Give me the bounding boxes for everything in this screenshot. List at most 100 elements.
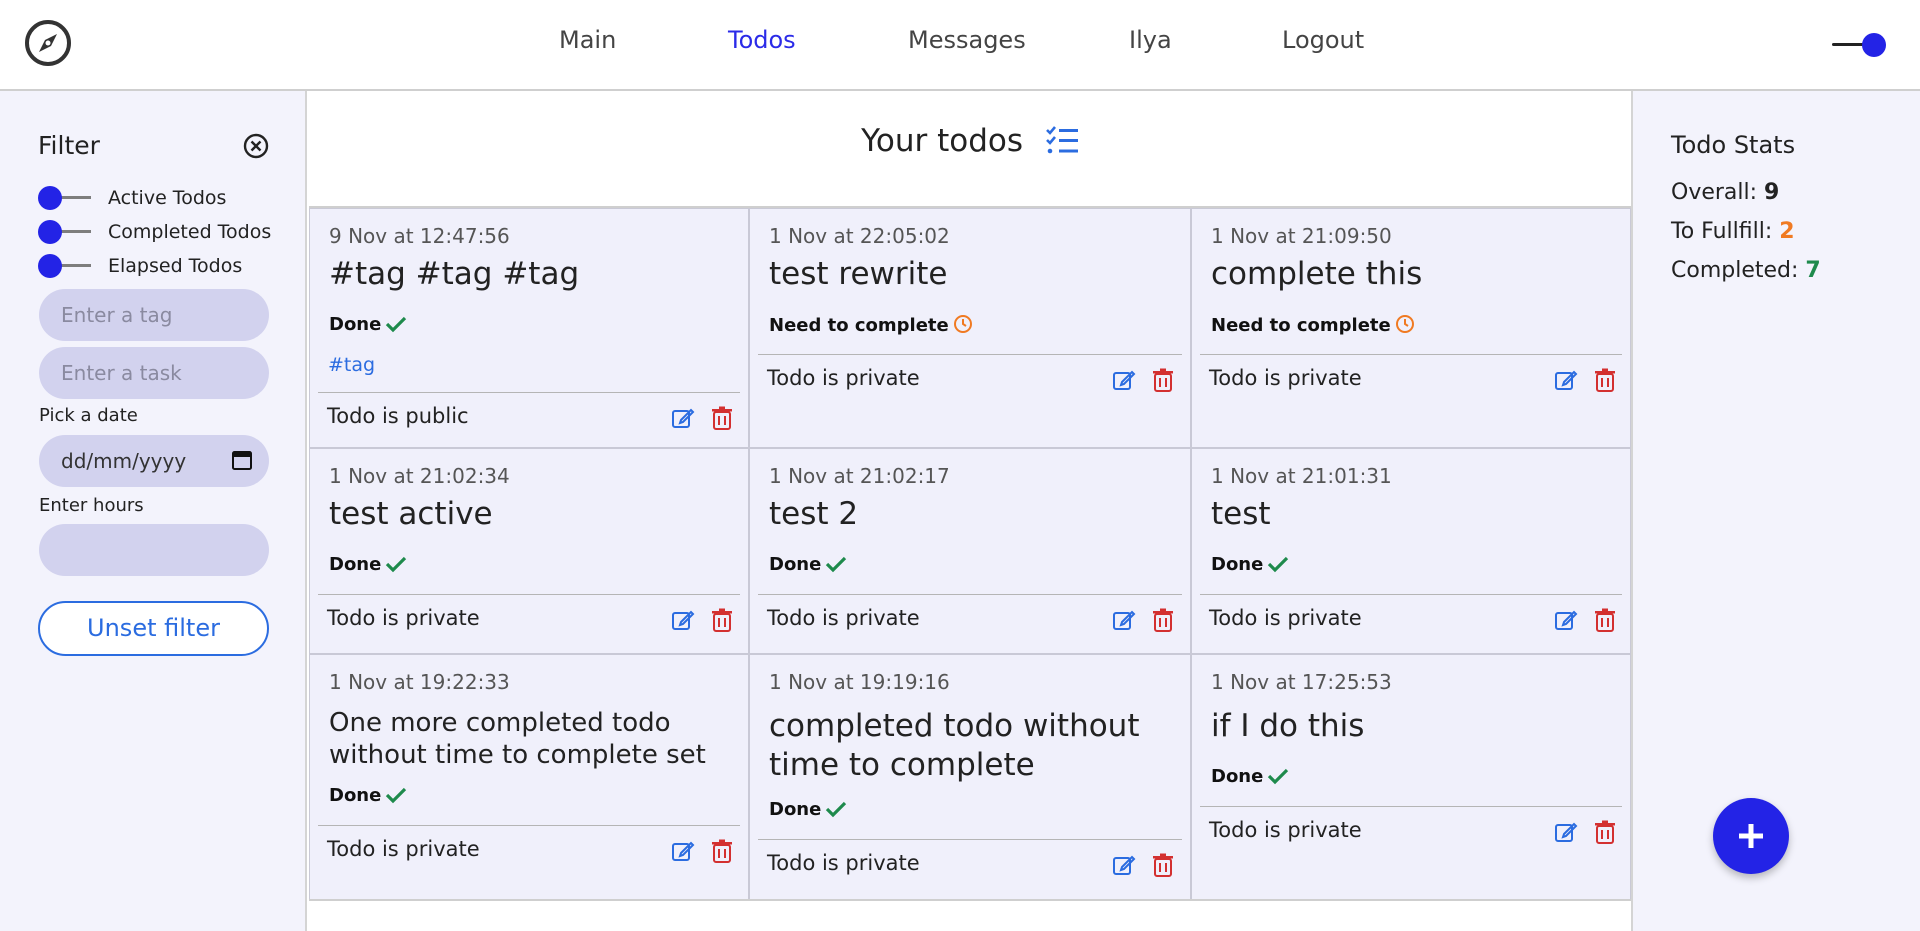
trash-icon[interactable]: [1152, 368, 1174, 392]
stat-to-fulfill: To Fullfill: 2: [1671, 219, 1795, 244]
edit-icon[interactable]: [671, 406, 695, 430]
toggle-knob: [38, 220, 62, 244]
nav-link-todos[interactable]: Todos: [728, 26, 796, 54]
card-divider: [318, 392, 740, 393]
hours-label: Enter hours: [39, 495, 144, 516]
check-icon: [386, 316, 407, 333]
todo-date: 1 Nov at 19:19:16: [769, 670, 950, 694]
toggle-knob: [38, 254, 62, 278]
todo-date: 1 Nov at 21:02:17: [769, 464, 950, 488]
todo-card: 9 Nov at 12:47:56 #tag #tag #tag Done #t…: [309, 208, 749, 448]
clock-icon: [1395, 315, 1414, 333]
todo-date: 9 Nov at 12:47:56: [329, 224, 510, 248]
toggle-knob: [38, 186, 62, 210]
todo-privacy: Todo is private: [767, 606, 920, 630]
todo-status: Need to complete: [1211, 314, 1415, 336]
edit-icon[interactable]: [1112, 853, 1136, 877]
todo-card: 1 Nov at 21:02:17 test 2 Done Todo is pr…: [749, 448, 1191, 654]
todo-status: Done: [1211, 766, 1289, 787]
trash-icon[interactable]: [711, 608, 733, 632]
toggle-knob: [1862, 33, 1886, 57]
stat-value: 7: [1805, 258, 1821, 283]
todo-status-text: Done: [769, 799, 822, 820]
todo-status: Need to complete: [769, 314, 973, 336]
filter-title: Filter: [38, 131, 100, 160]
date-input[interactable]: dd/mm/yyyy: [39, 435, 269, 487]
todo-privacy: Todo is private: [1209, 606, 1362, 630]
unset-filter-button[interactable]: Unset filter: [38, 601, 269, 656]
card-divider: [758, 594, 1182, 595]
top-navbar: Main Todos Messages Ilya Logout: [0, 0, 1920, 91]
trash-icon[interactable]: [1594, 368, 1616, 392]
add-todo-button[interactable]: [1713, 798, 1789, 874]
todos-main: Your todos 9 Nov at 12:47:56 #tag #tag #…: [309, 91, 1631, 931]
date-label: Pick a date: [39, 405, 138, 426]
todo-tag-link[interactable]: #tag: [328, 354, 375, 376]
clock-icon: [953, 315, 972, 333]
todo-status: Done: [769, 799, 847, 820]
calendar-icon[interactable]: [231, 449, 253, 471]
trash-icon[interactable]: [1152, 608, 1174, 632]
edit-icon[interactable]: [1112, 608, 1136, 632]
nav-link-profile[interactable]: Ilya: [1129, 26, 1172, 54]
todo-privacy: Todo is private: [767, 366, 920, 390]
todo-title: test: [1211, 496, 1271, 532]
toggle-completed-todos[interactable]: Completed Todos: [38, 219, 288, 245]
todo-status-text: Done: [1211, 554, 1264, 575]
todo-title: if I do this: [1211, 708, 1365, 744]
trash-icon[interactable]: [711, 839, 733, 863]
trash-icon[interactable]: [711, 406, 733, 430]
todo-date: 1 Nov at 19:22:33: [329, 670, 510, 694]
nav-link-logout[interactable]: Logout: [1282, 26, 1364, 54]
hours-input[interactable]: [39, 524, 269, 576]
edit-icon[interactable]: [671, 839, 695, 863]
todo-privacy: Todo is private: [767, 851, 920, 875]
close-circle-icon[interactable]: [242, 132, 270, 160]
trash-icon[interactable]: [1594, 820, 1616, 844]
card-divider: [318, 594, 740, 595]
trash-icon[interactable]: [1152, 853, 1174, 877]
page-title-text: Your todos: [861, 122, 1024, 159]
edit-icon[interactable]: [1112, 368, 1136, 392]
todo-status: Done: [1211, 554, 1289, 575]
todo-status-text: Done: [1211, 766, 1264, 787]
todo-card: 1 Nov at 17:25:53 if I do this Done Todo…: [1191, 654, 1631, 900]
todo-card: 1 Nov at 22:05:02 test rewrite Need to c…: [749, 208, 1191, 448]
nav-link-messages[interactable]: Messages: [908, 26, 1026, 54]
card-divider: [758, 839, 1182, 840]
trash-icon[interactable]: [1594, 608, 1616, 632]
todo-status: Done: [329, 785, 407, 806]
check-icon: [826, 556, 847, 573]
todo-privacy: Todo is private: [1209, 366, 1362, 390]
todo-card: 1 Nov at 21:09:50 complete this Need to …: [1191, 208, 1631, 448]
check-icon: [1268, 556, 1289, 573]
toggle-elapsed-todos[interactable]: Elapsed Todos: [38, 253, 288, 279]
todo-date: 1 Nov at 21:01:31: [1211, 464, 1392, 488]
theme-toggle[interactable]: [1830, 30, 1886, 58]
checklist-icon: [1045, 125, 1078, 153]
edit-icon[interactable]: [1554, 608, 1578, 632]
stat-overall: Overall: 9: [1671, 180, 1779, 205]
edit-icon[interactable]: [671, 608, 695, 632]
todo-card: 1 Nov at 19:22:33 One more completed tod…: [309, 654, 749, 900]
card-divider: [318, 825, 740, 826]
card-divider: [758, 354, 1182, 355]
toggle-label: Completed Todos: [108, 221, 272, 243]
stat-value: 2: [1779, 219, 1795, 244]
todo-status-text: Done: [329, 785, 382, 806]
todo-status: Done: [769, 554, 847, 575]
task-input[interactable]: [39, 347, 269, 399]
todo-date: 1 Nov at 22:05:02: [769, 224, 950, 248]
check-icon: [386, 556, 407, 573]
todo-date: 1 Nov at 17:25:53: [1211, 670, 1392, 694]
edit-icon[interactable]: [1554, 368, 1578, 392]
nav-link-main[interactable]: Main: [559, 26, 616, 54]
edit-icon[interactable]: [1554, 820, 1578, 844]
todo-status-text: Done: [769, 554, 822, 575]
toggle-label: Elapsed Todos: [108, 255, 243, 277]
check-icon: [1268, 768, 1289, 785]
tag-input[interactable]: [39, 289, 269, 341]
card-divider: [1200, 354, 1622, 355]
toggle-active-todos[interactable]: Active Todos: [38, 185, 288, 211]
todo-status-text: Done: [329, 554, 382, 575]
